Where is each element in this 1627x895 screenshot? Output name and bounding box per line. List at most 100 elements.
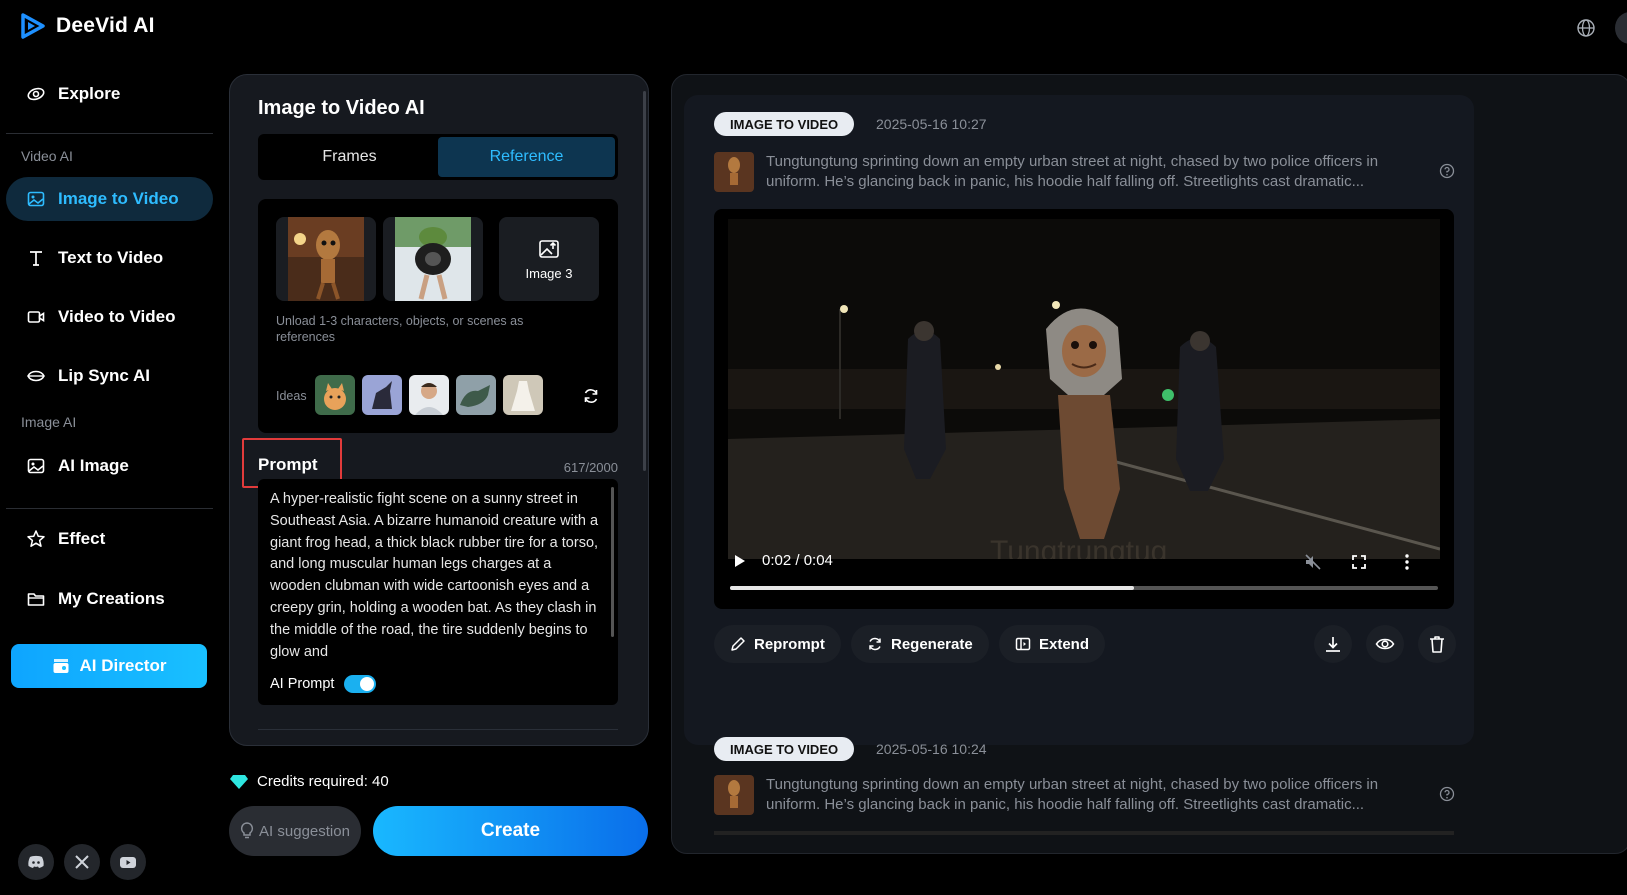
fullscreen-icon[interactable] <box>1350 553 1368 571</box>
app-name: DeeVid AI <box>56 14 155 37</box>
cat-image <box>315 375 355 415</box>
clapper-icon <box>53 659 69 673</box>
nav-label: Text to Video <box>58 248 164 267</box>
help-icon[interactable] <box>1439 786 1455 802</box>
section-label-image: Image AI <box>21 414 77 430</box>
nav-label: My Creations <box>58 589 165 608</box>
regenerate-button[interactable]: Regenerate <box>851 625 989 663</box>
extend-button[interactable]: Extend <box>999 625 1106 663</box>
nav-ai-image[interactable]: AI Image <box>6 444 213 488</box>
idea-thumbnail[interactable] <box>409 375 449 415</box>
video-player[interactable]: Tungtrungtug 0:02 / 0:04 <box>714 209 1454 609</box>
nav-my-creations[interactable]: My Creations <box>6 577 213 621</box>
mode-tabs: Frames Reference <box>258 134 618 180</box>
nav-label: Image to Video <box>58 189 179 208</box>
dress-image <box>503 375 543 415</box>
portrait-image <box>409 375 449 415</box>
ideas-label: Ideas <box>276 389 307 403</box>
reference-hint: Unload 1-3 characters, objects, or scene… <box>276 314 524 344</box>
star-icon <box>27 530 45 547</box>
discord-button[interactable] <box>18 844 54 880</box>
prompt-label: Prompt <box>258 455 318 474</box>
results-panel: IMAGE TO VIDEO 2025-05-16 10:27 Tungtung… <box>671 74 1627 854</box>
divider <box>6 508 213 509</box>
reference-images-box: Image 3 Unload 1-3 characters, objects, … <box>258 199 618 433</box>
type-badge: IMAGE TO VIDEO <box>714 112 855 136</box>
play-icon[interactable] <box>732 553 748 569</box>
tab-reference[interactable]: Reference <box>438 137 615 177</box>
delete-button[interactable] <box>1418 625 1456 663</box>
section-label-video: Video AI <box>21 148 73 164</box>
extend-icon <box>1015 637 1031 651</box>
discord-icon <box>28 855 44 868</box>
logo-icon <box>21 13 45 39</box>
video-time: 0:02 / 0:04 <box>762 552 833 569</box>
preview-button[interactable] <box>1366 625 1404 663</box>
type-badge: IMAGE TO VIDEO <box>714 737 855 761</box>
video-progress-bar[interactable] <box>730 586 1438 590</box>
source-thumbnail <box>714 775 754 815</box>
wooden-figure-image <box>714 152 754 192</box>
avatar[interactable] <box>1615 12 1627 44</box>
result-caption: Tungtungtung sprinting down an empty urb… <box>766 776 1379 813</box>
refresh-ideas-icon[interactable] <box>582 387 600 405</box>
credits-text: Credits required: 40 <box>257 773 389 790</box>
ai-prompt-toggle[interactable] <box>344 675 377 693</box>
tab-frames[interactable]: Frames <box>261 137 438 177</box>
youtube-icon <box>120 857 136 868</box>
credits-info: Credits required: 40 <box>229 773 389 790</box>
nav-label: AI Image <box>58 456 129 475</box>
language-globe-icon[interactable] <box>1576 18 1596 38</box>
idea-thumbnail[interactable] <box>456 375 496 415</box>
ai-suggestion-button[interactable]: AI suggestion <box>229 806 361 856</box>
trash-icon <box>1430 636 1444 653</box>
idea-thumbnail[interactable] <box>362 375 402 415</box>
wooden-figure-image <box>288 217 364 301</box>
video-progress-fill <box>730 586 1134 590</box>
prompt-textarea[interactable]: A hyper-realistic fight scene on a sunny… <box>258 479 618 705</box>
nav-lip-sync[interactable]: Lip Sync AI <box>6 354 213 398</box>
nav-effect[interactable]: Effect <box>6 517 213 561</box>
editor-scrollbar[interactable] <box>643 91 646 471</box>
video-watermark: Tungtrungtug <box>990 535 1167 559</box>
more-options-icon[interactable] <box>1398 553 1416 571</box>
app-logo[interactable]: DeeVid AI <box>20 12 155 40</box>
idea-thumbnail[interactable] <box>315 375 355 415</box>
editor-title: Image to Video AI <box>258 97 425 119</box>
idea-thumbnail[interactable] <box>503 375 543 415</box>
ai-director-label: AI Director <box>79 656 167 675</box>
diamond-icon <box>230 774 248 789</box>
ai-prompt-label: AI Prompt <box>270 676 335 692</box>
x-button[interactable] <box>64 844 100 880</box>
prompt-scrollbar[interactable] <box>611 487 614 637</box>
download-button[interactable] <box>1314 625 1352 663</box>
upload-image-3[interactable]: Image 3 <box>499 217 599 301</box>
tire-creature-image <box>395 217 471 301</box>
nav-image-to-video[interactable]: Image to Video <box>6 177 213 221</box>
help-icon[interactable] <box>1439 163 1455 179</box>
youtube-button[interactable] <box>110 844 146 880</box>
reprompt-button[interactable]: Reprompt <box>714 625 841 663</box>
nav-label: Explore <box>58 84 121 103</box>
divider <box>6 133 213 134</box>
x-icon <box>75 855 89 869</box>
folder-icon <box>27 593 45 606</box>
create-button[interactable]: Create <box>373 806 648 856</box>
text-icon <box>30 251 42 266</box>
nav-text-to-video[interactable]: Text to Video <box>6 236 213 280</box>
nav-explore[interactable]: Explore <box>6 72 213 116</box>
image-upload-icon <box>539 239 559 258</box>
reference-thumbnail-1[interactable] <box>276 217 376 301</box>
reference-thumbnail-2[interactable] <box>383 217 483 301</box>
ai-director-button[interactable]: AI Director <box>11 644 207 688</box>
lips-icon <box>27 370 45 382</box>
action-label: Regenerate <box>891 635 973 653</box>
action-label: Reprompt <box>754 635 825 653</box>
refresh-icon <box>869 637 881 651</box>
unicorn-image <box>362 375 402 415</box>
mute-icon[interactable] <box>1304 553 1322 571</box>
nav-label: Effect <box>58 529 106 548</box>
timestamp: 2025-05-16 10:24 <box>876 741 987 757</box>
nav-label: Lip Sync AI <box>58 366 150 385</box>
nav-video-to-video[interactable]: Video to Video <box>6 295 213 339</box>
